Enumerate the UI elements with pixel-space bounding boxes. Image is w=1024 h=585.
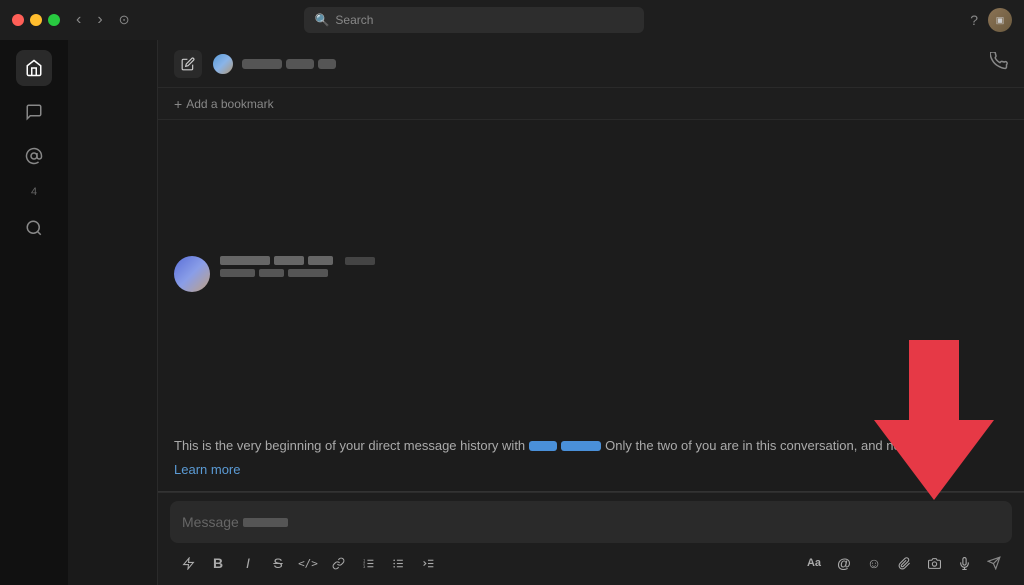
learn-more-link[interactable]: Learn more [174,460,1008,480]
main-content: + Add a bookmark [158,40,1024,585]
titlebar-right: ? ▣ [970,8,1012,32]
message-group [174,256,1008,292]
message-header [220,256,1008,265]
chat-avatar [212,53,234,75]
info-text: This is the very beginning of your direc… [174,436,1008,456]
nav-buttons: ‹ › ⊙ [72,9,134,31]
user-avatar[interactable]: ▣ [988,8,1012,32]
message-body-blurred [220,269,1008,277]
message-timestamp [345,257,375,265]
add-bookmark-icon: + [174,96,182,112]
sidebar-narrow: 4 [0,40,68,585]
info-text-area: This is the very beginning of your direc… [158,428,1024,491]
call-button[interactable] [990,52,1008,75]
sidebar-home-icon[interactable] [16,50,52,86]
minimize-button[interactable] [30,14,42,26]
chat-name-area [212,53,336,75]
help-icon[interactable]: ? [970,12,978,28]
send-button[interactable] [980,549,1008,577]
message-content [220,256,1008,292]
placeholder-block [243,518,288,527]
mic-button[interactable] [950,549,978,577]
info-text-main: This is the very beginning of your direc… [174,436,525,456]
username-block-2 [561,441,601,451]
message-avatar [174,256,210,292]
title-bar: ‹ › ⊙ 🔍 Search ? ▣ [0,0,1024,40]
search-placeholder: Search [335,13,373,27]
formatting-toolbar: B I S </> 1 2 3 [170,549,1012,577]
emoji-button[interactable]: ☺ [860,549,888,577]
sender-name [220,256,333,265]
chat-title [242,59,336,69]
message-input-box[interactable]: Message [170,501,1012,543]
history-button[interactable]: ⊙ [115,9,134,31]
link-button[interactable] [324,549,352,577]
lightning-button[interactable] [174,549,202,577]
italic-button[interactable]: I [234,549,262,577]
avatar-image [174,256,210,292]
sidebar-mentions-icon[interactable] [16,138,52,174]
svg-text:3: 3 [363,564,365,568]
sidebar-dm-icon[interactable] [16,94,52,130]
back-button[interactable]: ‹ [72,9,85,31]
format-button[interactable]: Aa [800,549,828,577]
username-block-1 [529,441,557,451]
chat-avatar-group [212,53,234,75]
bookmark-bar: + Add a bookmark [158,88,1024,120]
strikethrough-button[interactable]: S [264,549,292,577]
close-button[interactable] [12,14,24,26]
info-text-suffix: Only the two of you are in this conversa… [605,436,926,456]
search-bar[interactable]: 🔍 Search [304,7,644,33]
message-placeholder: Message [182,514,288,530]
attachment-button[interactable] [890,549,918,577]
message-input-area: Message B I S </> [158,492,1024,585]
mention-button[interactable]: @ [830,549,858,577]
bold-button[interactable]: B [204,549,232,577]
main-layout: 4 [0,40,1024,585]
camera-button[interactable] [920,549,948,577]
code-button[interactable]: </> [294,549,322,577]
search-icon: 🔍 [314,13,329,27]
ordered-list-button[interactable]: 1 2 3 [354,549,382,577]
chat-list-panel [68,40,158,585]
maximize-button[interactable] [48,14,60,26]
compose-button[interactable] [174,50,202,78]
chat-header [158,40,1024,88]
messages-area[interactable] [158,120,1024,428]
forward-button[interactable]: › [93,9,106,31]
message-group-container [174,256,1008,292]
traffic-lights [12,14,60,26]
add-bookmark-button[interactable]: + Add a bookmark [174,96,274,112]
indent-button[interactable] [414,549,442,577]
placeholder-text: Message [182,514,239,530]
add-bookmark-label: Add a bookmark [186,97,273,111]
sidebar-search-icon[interactable] [16,210,52,246]
unordered-list-button[interactable] [384,549,412,577]
sidebar-number: 4 [31,186,37,198]
